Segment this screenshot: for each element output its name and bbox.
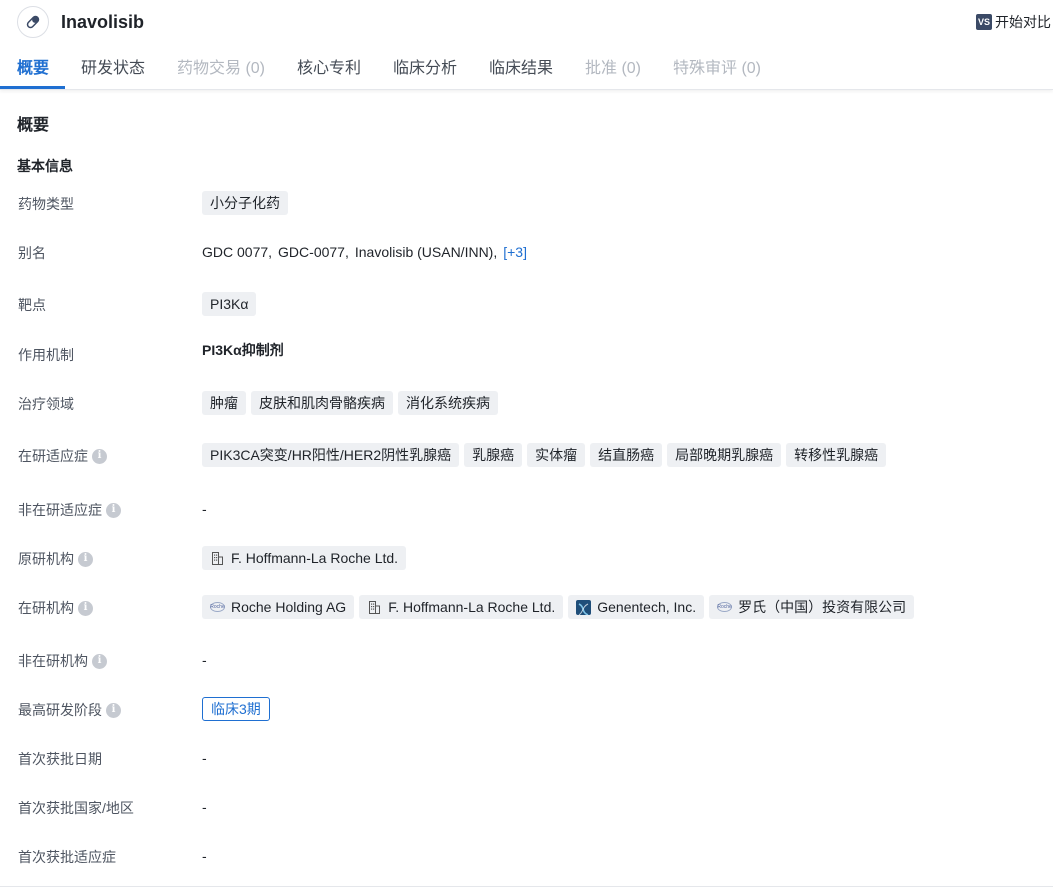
- active-tab-indicator: [0, 86, 65, 89]
- indication-tag[interactable]: 局部晚期乳腺癌: [667, 443, 782, 467]
- info-icon[interactable]: i: [106, 702, 121, 718]
- org-tag[interactable]: F. Hoffmann-La Roche Ltd.: [202, 546, 407, 570]
- field-label: 药物类型: [18, 196, 74, 212]
- inactive-indications-value: -: [202, 501, 207, 517]
- building-icon: [367, 600, 382, 615]
- alias-item: GDC 0077,: [202, 244, 273, 260]
- first-approval-indication-value: -: [202, 848, 207, 864]
- tab-rd-status[interactable]: 研发状态: [81, 58, 145, 80]
- therapeutic-area-tag[interactable]: 消化系统疾病: [398, 391, 498, 415]
- alias-item: Inavolisib (USAN/INN),: [354, 244, 498, 260]
- indication-tag[interactable]: 结直肠癌: [590, 443, 663, 467]
- org-tag[interactable]: Roche Roche Holding AG: [202, 595, 355, 619]
- info-icon[interactable]: i: [78, 551, 93, 567]
- org-tag[interactable]: Roche 罗氏（中国）投资有限公司: [709, 595, 915, 619]
- row-target: 靶点 PI3Kα: [0, 291, 1053, 317]
- building-icon: [210, 551, 225, 566]
- therapeutic-area-tag[interactable]: 肿瘤: [202, 391, 246, 415]
- alias-item: GDC-0077,: [278, 244, 349, 260]
- aliases-more-link[interactable]: [+3]: [503, 244, 527, 260]
- info-icon[interactable]: i: [92, 653, 107, 669]
- row-mechanism: 作用机制 PI3Kα抑制剂: [0, 337, 1053, 363]
- indication-tag[interactable]: PIK3CA突变/HR阳性/HER2阴性乳腺癌: [202, 443, 460, 467]
- tab-approval: 批准 (0): [585, 60, 642, 77]
- row-first-approval-region: 首次获批国家/地区 -: [0, 794, 1053, 820]
- field-label: 在研适应症 i: [18, 447, 107, 465]
- indication-tag[interactable]: 实体瘤: [527, 443, 586, 467]
- first-approval-region-value: -: [202, 799, 207, 815]
- field-label: 在研机构 i: [18, 599, 93, 617]
- field-label: 首次获批国家/地区: [18, 800, 134, 816]
- tab-special-review: 特殊审评 (0): [673, 60, 762, 77]
- roche-logo-icon: Roche: [210, 602, 225, 612]
- info-icon[interactable]: i: [92, 448, 107, 464]
- row-highest-phase: 最高研发阶段 i 临床3期: [0, 696, 1053, 722]
- row-first-approval-indication: 首次获批适应症 -: [0, 843, 1053, 869]
- vs-icon: VS: [976, 14, 992, 30]
- row-aliases: 别名 GDC 0077, GDC-0077, Inavolisib (USAN/…: [0, 239, 1053, 265]
- tab-clinical-analysis[interactable]: 临床分析: [393, 58, 457, 80]
- tab-core-patents[interactable]: 核心专利: [297, 58, 361, 80]
- org-tag[interactable]: F. Hoffmann-La Roche Ltd.: [359, 595, 564, 619]
- indication-tag[interactable]: 乳腺癌: [464, 443, 523, 467]
- row-active-orgs: 在研机构 i Roche Roche Holding AG F. Hoffman…: [0, 594, 1053, 620]
- field-label: 最高研发阶段 i: [18, 701, 121, 719]
- row-therapeutic-area: 治疗领域 肿瘤 皮肤和肌肉骨骼疾病 消化系统疾病: [0, 390, 1053, 416]
- target-tag[interactable]: PI3Kα: [202, 292, 257, 316]
- field-label: 首次获批适应症: [18, 849, 116, 865]
- tab-bar: 概要 研发状态 药物交易 (0) 核心专利 临床分析 临床结果 批准 (0) 特…: [0, 48, 1053, 90]
- first-approval-date-value: -: [202, 750, 207, 766]
- field-label: 作用机制: [18, 347, 74, 363]
- info-icon[interactable]: i: [106, 502, 121, 518]
- phase-badge[interactable]: 临床3期: [202, 697, 270, 721]
- section-title: 概要: [17, 117, 50, 134]
- row-inactive-indications: 非在研适应症 i -: [0, 496, 1053, 522]
- inactive-orgs-value: -: [202, 652, 207, 668]
- field-label: 别名: [18, 245, 46, 261]
- row-inactive-orgs: 非在研机构 i -: [0, 647, 1053, 673]
- info-icon[interactable]: i: [78, 600, 93, 616]
- drug-type-tag[interactable]: 小分子化药: [202, 191, 288, 215]
- indication-tag[interactable]: 转移性乳腺癌: [786, 443, 887, 467]
- mechanism-value: PI3Kα抑制剂: [202, 342, 284, 358]
- genentech-logo-icon: [576, 599, 592, 615]
- basic-info-title: 基本信息: [17, 158, 73, 174]
- therapeutic-area-tag[interactable]: 皮肤和肌肉骨骼疾病: [251, 391, 393, 415]
- row-originator: 原研机构 i F. Hoffmann-La Roche Ltd.: [0, 545, 1053, 571]
- tab-drug-deals: 药物交易 (0): [177, 60, 266, 77]
- field-label: 治疗领域: [18, 396, 74, 412]
- compare-button[interactable]: VS 开始对比: [976, 12, 1051, 32]
- row-drug-type: 药物类型 小分子化药: [0, 190, 1053, 216]
- divider: [0, 886, 1053, 887]
- compare-label: 开始对比: [995, 14, 1051, 30]
- field-label: 非在研适应症 i: [18, 501, 121, 519]
- field-label: 靶点: [18, 297, 46, 313]
- drug-header: Inavolisib VS 开始对比: [0, 0, 1053, 44]
- org-tag[interactable]: Genentech, Inc.: [568, 595, 705, 619]
- pill-icon: [17, 6, 49, 38]
- roche-logo-icon: Roche: [717, 602, 733, 612]
- field-label: 非在研机构 i: [18, 652, 107, 670]
- field-label: 原研机构 i: [18, 550, 93, 568]
- row-first-approval-date: 首次获批日期 -: [0, 745, 1053, 771]
- row-active-indications: 在研适应症 i PIK3CA突变/HR阳性/HER2阴性乳腺癌 乳腺癌 实体瘤 …: [0, 442, 1053, 468]
- tab-overview[interactable]: 概要: [17, 58, 49, 80]
- drug-name: Inavolisib: [61, 12, 145, 32]
- field-label: 首次获批日期: [18, 751, 102, 767]
- tab-clinical-results[interactable]: 临床结果: [489, 58, 553, 80]
